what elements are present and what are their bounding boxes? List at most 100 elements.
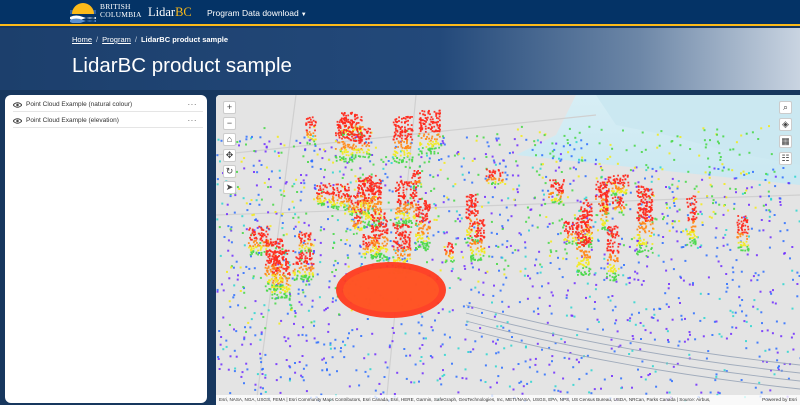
point-cloud-point: [655, 170, 658, 173]
point-cloud-point: [731, 311, 734, 314]
eye-icon[interactable]: [13, 101, 22, 108]
point-cloud-point: [750, 186, 753, 189]
point-cloud-point: [453, 154, 456, 157]
breadcrumb-home[interactable]: Home: [72, 35, 92, 44]
nav-data-download[interactable]: Data download ▼: [242, 8, 307, 18]
point-cloud-point: [398, 199, 400, 202]
point-cloud-point: [545, 175, 548, 178]
point-cloud-point: [570, 233, 572, 236]
point-cloud-point: [295, 139, 298, 142]
point-cloud-point: [671, 177, 674, 180]
point-cloud-point: [287, 287, 290, 290]
point-cloud-point: [425, 146, 428, 148]
point-cloud-point: [343, 356, 346, 359]
nav-program[interactable]: Program: [207, 8, 240, 18]
point-cloud-point: [348, 159, 351, 161]
point-cloud-scene[interactable]: [216, 95, 800, 405]
point-cloud-point: [639, 348, 642, 351]
point-cloud-point: [368, 193, 370, 196]
point-cloud-point: [558, 186, 561, 189]
point-cloud-point: [661, 242, 664, 244]
point-cloud-point: [754, 272, 757, 275]
point-cloud-point: [618, 211, 621, 214]
point-cloud-point: [221, 202, 224, 205]
point-cloud-point: [411, 156, 414, 159]
point-cloud-point: [284, 249, 287, 252]
point-cloud-point: [451, 267, 454, 270]
map-view-3d[interactable]: + − ⌂ ✥ ↻ ➤ ⌕ ◈ ▦ ☷ Esri, NASA, NGA, USG…: [216, 95, 800, 405]
point-cloud-point: [374, 389, 377, 392]
point-cloud-point: [688, 353, 691, 356]
point-cloud-point: [574, 217, 577, 220]
point-cloud-point: [437, 120, 439, 123]
point-cloud-point: [495, 137, 498, 140]
point-cloud-point: [335, 132, 337, 134]
point-cloud-point: [382, 245, 385, 247]
point-cloud-point: [569, 167, 572, 170]
point-cloud-point: [303, 261, 306, 263]
point-cloud-point: [756, 341, 759, 344]
point-cloud-point: [253, 233, 255, 236]
point-cloud-point: [665, 203, 668, 206]
point-cloud-point: [369, 131, 372, 134]
point-cloud-point: [370, 176, 373, 179]
point-cloud-point: [498, 177, 501, 180]
point-cloud-point: [313, 186, 316, 189]
point-cloud-point: [311, 267, 314, 270]
layer-options-menu[interactable]: ···: [188, 116, 198, 125]
point-cloud-point: [372, 244, 375, 246]
point-cloud-point: [263, 127, 266, 130]
point-cloud-point: [430, 150, 432, 153]
point-cloud-point: [753, 299, 756, 302]
layer-item-natural-colour[interactable]: Point Cloud Example (natural colour) ···: [13, 98, 203, 112]
point-cloud-point: [318, 193, 320, 195]
point-cloud-point: [351, 214, 353, 216]
point-cloud-point: [452, 247, 454, 249]
point-cloud-point: [590, 219, 593, 222]
brand-name[interactable]: LidarBC: [148, 5, 192, 20]
point-cloud-point: [396, 243, 399, 246]
point-cloud-point: [338, 134, 340, 137]
point-cloud-point: [699, 319, 702, 322]
point-cloud-point: [355, 226, 357, 228]
point-cloud-point: [277, 242, 280, 245]
point-cloud-point: [225, 339, 228, 342]
point-cloud-point: [339, 119, 342, 122]
point-cloud-point: [387, 201, 390, 204]
point-cloud-point: [352, 211, 355, 213]
point-cloud-point: [344, 263, 347, 266]
point-cloud-point: [308, 236, 311, 238]
point-cloud-point: [408, 241, 411, 244]
point-cloud-point: [325, 308, 327, 311]
layer-item-elevation[interactable]: Point Cloud Example (elevation) ···: [13, 114, 203, 128]
point-cloud-point: [525, 138, 528, 141]
breadcrumb-program[interactable]: Program: [102, 35, 131, 44]
point-cloud-point: [600, 387, 602, 390]
eye-icon[interactable]: [13, 117, 22, 124]
point-cloud-point: [474, 208, 476, 211]
point-cloud-point: [619, 189, 622, 192]
point-cloud-point: [304, 249, 307, 252]
point-cloud-point: [332, 297, 334, 300]
point-cloud-point: [374, 212, 377, 215]
point-cloud-point: [397, 146, 399, 148]
point-cloud-point: [404, 126, 406, 129]
layer-options-menu[interactable]: ···: [188, 100, 198, 109]
point-cloud-point: [673, 158, 676, 161]
point-cloud-point: [469, 194, 472, 196]
point-cloud-point: [245, 143, 247, 146]
point-cloud-point: [542, 198, 545, 201]
point-cloud-point: [677, 180, 680, 183]
point-cloud-point: [278, 246, 280, 249]
point-cloud-point: [655, 385, 658, 388]
point-cloud-point: [548, 363, 551, 366]
point-cloud-point: [346, 227, 349, 230]
point-cloud-point: [779, 230, 782, 233]
point-cloud-point: [671, 318, 674, 321]
point-cloud-point: [327, 205, 330, 208]
point-cloud-point: [302, 367, 305, 370]
point-cloud-point: [757, 138, 760, 140]
point-cloud-point: [659, 166, 662, 169]
point-cloud-point: [376, 241, 379, 243]
point-cloud-point: [622, 129, 624, 132]
